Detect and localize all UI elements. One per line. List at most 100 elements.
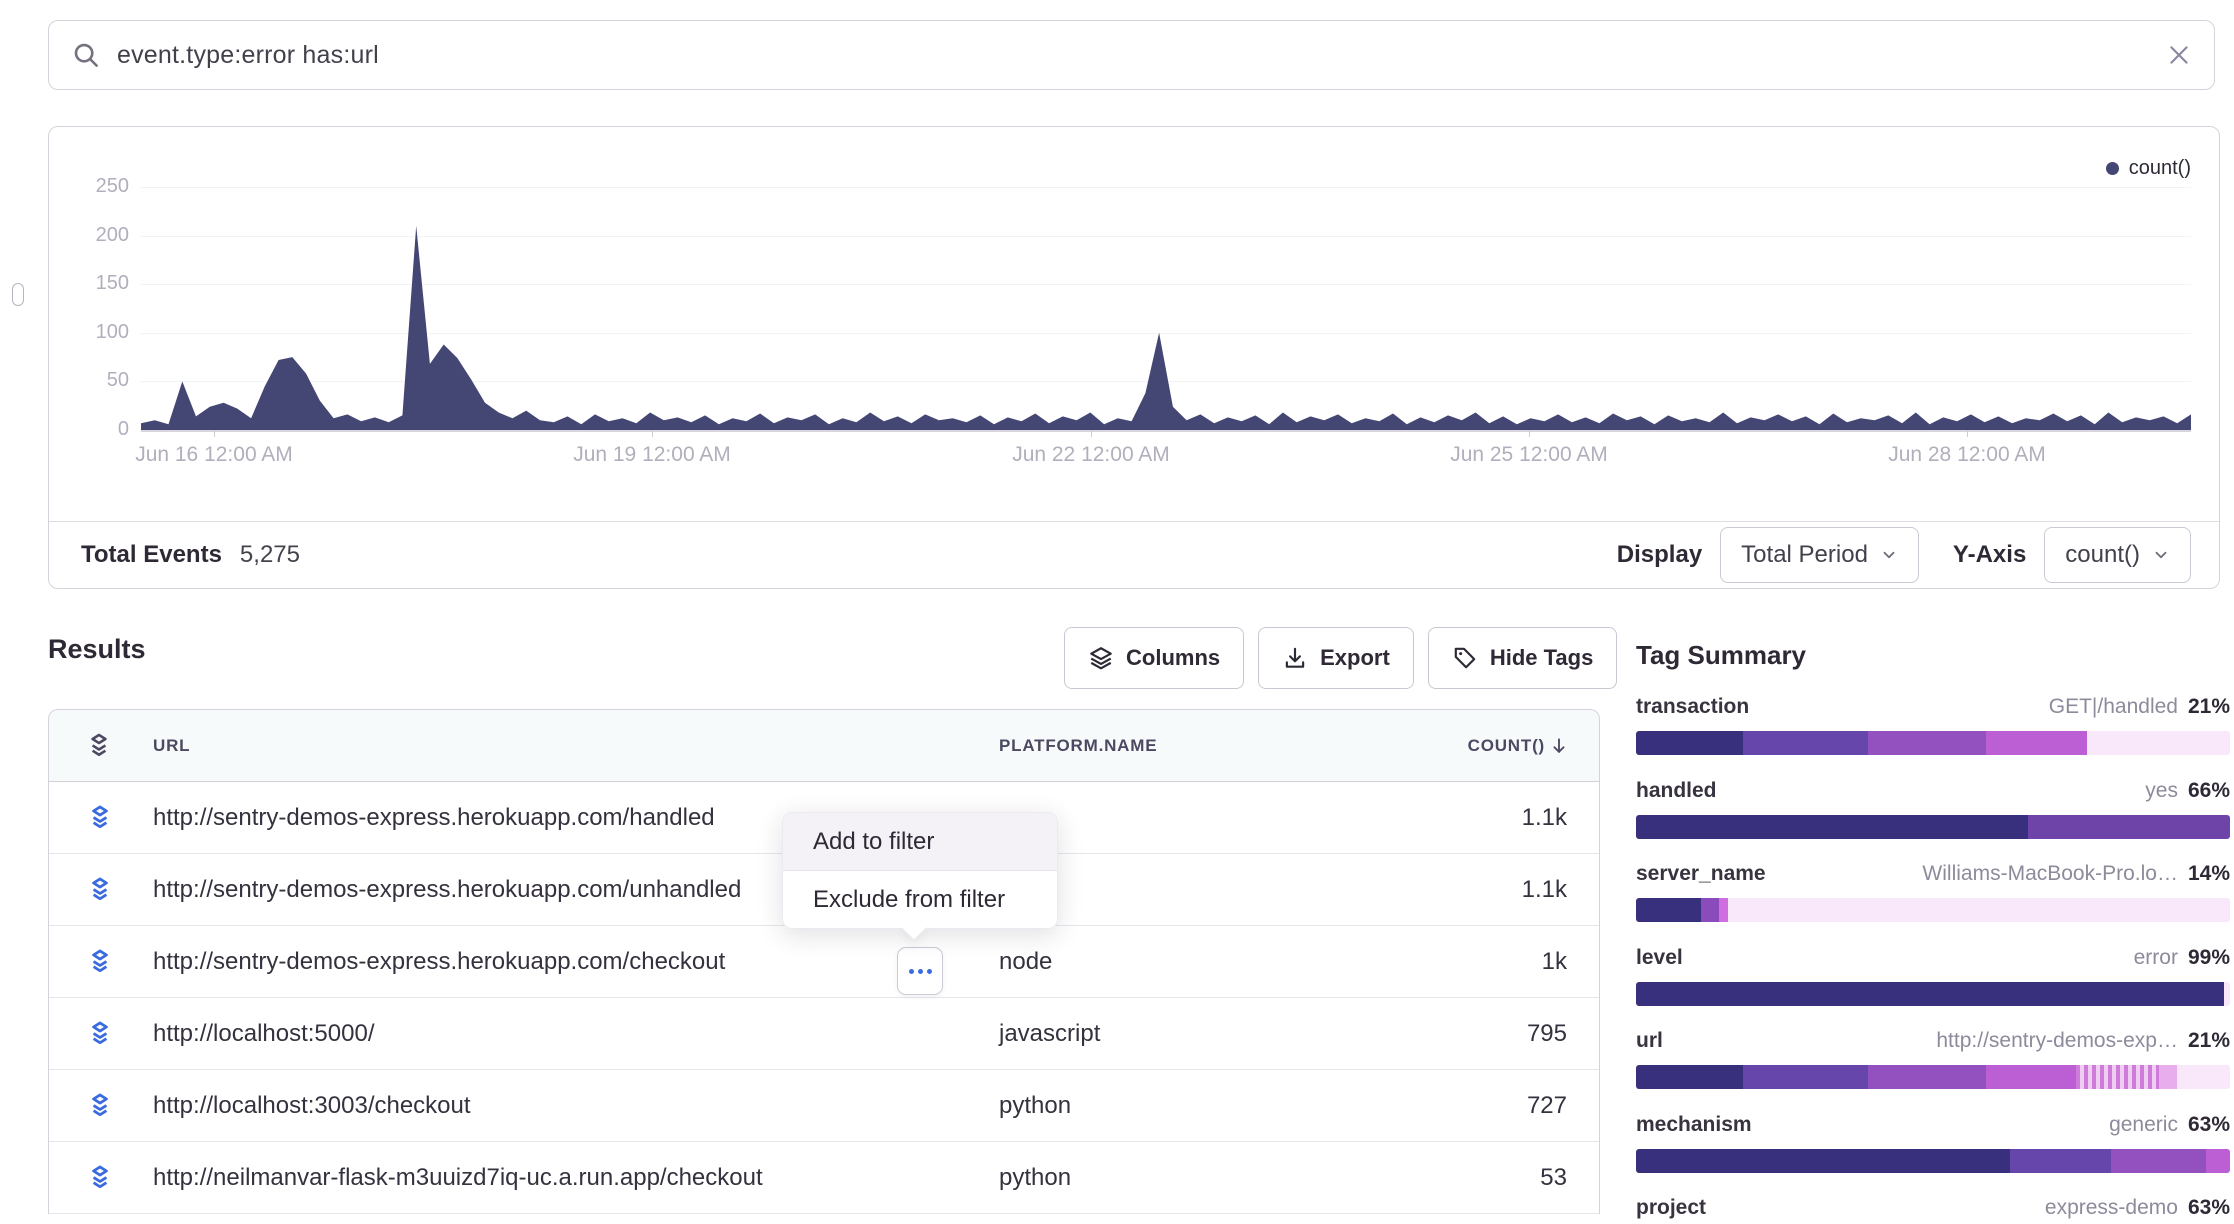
- column-header-platform[interactable]: PLATFORM.NAME: [999, 736, 1157, 756]
- tag-bar-segment[interactable]: [1636, 1065, 1743, 1089]
- tag-distribution-bar[interactable]: [1636, 731, 2230, 755]
- yaxis-dropdown[interactable]: count(): [2044, 527, 2191, 583]
- tag-bar-segment[interactable]: [1719, 898, 1728, 922]
- chart-legend[interactable]: count(): [2106, 157, 2191, 180]
- tag-distribution-bar[interactable]: [1636, 898, 2230, 922]
- tag-distribution-bar[interactable]: [1636, 982, 2230, 1006]
- sidebar-collapse-handle[interactable]: [12, 283, 24, 306]
- tag-bar-segment[interactable]: [1986, 1065, 2075, 1089]
- tag-top-percent: 63%: [2188, 1196, 2230, 1220]
- tag-bar-segment[interactable]: [1701, 898, 1719, 922]
- column-header-count-label: COUNT(): [1468, 736, 1545, 756]
- tag-distribution-bar[interactable]: [1636, 1065, 2230, 1089]
- tag-bar-segment[interactable]: [1636, 815, 2028, 839]
- cell-platform[interactable]: python: [999, 1164, 1071, 1192]
- tag-top-percent: 99%: [2188, 946, 2230, 970]
- results-table: URL PLATFORM.NAME COUNT() http://sentry-…: [48, 709, 1600, 1214]
- cell-url[interactable]: http://sentry-demos-express.herokuapp.co…: [153, 876, 741, 904]
- table-row: http://localhost:5000/ javascript 795: [49, 998, 1599, 1070]
- cell-url[interactable]: http://neilmanvar-flask-m3uuizd7iq-uc.a.…: [153, 1164, 763, 1192]
- tag-bar-segment[interactable]: [2010, 1149, 2111, 1173]
- legend-dot: [2106, 162, 2119, 175]
- tag-bar-segment[interactable]: [1868, 731, 1987, 755]
- tag-bar-segment[interactable]: [1636, 982, 2224, 1006]
- cell-url[interactable]: http://sentry-demos-express.herokuapp.co…: [153, 948, 725, 976]
- tag-top-value: Williams-MacBook-Pro.lo…: [1922, 862, 2178, 886]
- yaxis-label: Y-Axis: [1953, 541, 2026, 569]
- tag-name: project: [1636, 1196, 1706, 1220]
- column-header-count[interactable]: COUNT(): [1468, 736, 1569, 756]
- tag-bar-segment[interactable]: [2076, 1065, 2159, 1089]
- chevron-down-icon: [1880, 546, 1898, 564]
- tag-bar-segment[interactable]: [2206, 1149, 2230, 1173]
- tag-distribution-bar[interactable]: [1636, 1149, 2230, 1173]
- cell-count[interactable]: 1.1k: [1522, 804, 1567, 832]
- cell-url[interactable]: http://sentry-demos-express.herokuapp.co…: [153, 804, 715, 832]
- stack-events-icon[interactable]: [85, 876, 115, 904]
- tag-bar-segment[interactable]: [1868, 1065, 1987, 1089]
- tag-bar-segment[interactable]: [1743, 731, 1868, 755]
- menu-item-add-to-filter[interactable]: Add to filter: [783, 813, 1057, 870]
- search-bar[interactable]: event.type:error has:url: [48, 20, 2215, 90]
- tag-bar-segment[interactable]: [1636, 731, 1743, 755]
- cell-actions-button[interactable]: [897, 947, 943, 995]
- tag-bar-segment[interactable]: [2224, 982, 2230, 1006]
- chevron-down-icon: [2152, 546, 2170, 564]
- tag-distribution-bar[interactable]: [1636, 815, 2230, 839]
- export-button[interactable]: Export: [1258, 627, 1414, 689]
- cell-url[interactable]: http://localhost:5000/: [153, 1020, 374, 1048]
- stack-events-icon[interactable]: [85, 1164, 115, 1192]
- cell-count[interactable]: 53: [1540, 1164, 1567, 1192]
- results-toolbar: Columns Export Hide Tags: [1064, 627, 1617, 689]
- x-axis-tick: [1529, 430, 1530, 437]
- cell-count[interactable]: 727: [1527, 1092, 1567, 1120]
- stack-events-icon[interactable]: [85, 1092, 115, 1120]
- hide-tags-button[interactable]: Hide Tags: [1428, 627, 1618, 689]
- cell-count[interactable]: 795: [1527, 1020, 1567, 1048]
- table-row: http://neilmanvar-flask-m3uuizd7iq-uc.a.…: [49, 1142, 1599, 1214]
- tag-bar-segment[interactable]: [1636, 898, 1701, 922]
- stack-events-icon[interactable]: [85, 948, 115, 976]
- table-row: http://localhost:3003/checkout python 72…: [49, 1070, 1599, 1142]
- legend-label: count(): [2129, 157, 2191, 180]
- stack-events-icon[interactable]: [85, 804, 115, 832]
- cell-platform[interactable]: javascript: [999, 1020, 1100, 1048]
- results-table-header: URL PLATFORM.NAME COUNT(): [49, 710, 1599, 782]
- layers-icon: [85, 732, 113, 760]
- table-row: http://sentry-demos-express.herokuapp.co…: [49, 926, 1599, 998]
- search-input[interactable]: event.type:error has:url: [117, 41, 2166, 70]
- x-axis-tick: [214, 430, 215, 437]
- menu-item-exclude-from-filter[interactable]: Exclude from filter: [783, 871, 1057, 928]
- search-clear-button[interactable]: [2166, 42, 2192, 68]
- total-events-label: Total Events: [81, 541, 222, 569]
- tag-top-value: express-demo: [2045, 1196, 2178, 1220]
- display-dropdown[interactable]: Total Period: [1720, 527, 1919, 583]
- tag-summary-row: level error 99%: [1636, 946, 2230, 970]
- layers-icon: [1088, 645, 1114, 671]
- tag-top-value: generic: [2109, 1113, 2178, 1137]
- stack-events-icon[interactable]: [85, 1020, 115, 1048]
- discover-page: event.type:error has:url count() 2502001…: [0, 0, 2234, 1224]
- tag-bar-segment[interactable]: [1986, 731, 2087, 755]
- cell-count[interactable]: 1k: [1542, 948, 1567, 976]
- tag-summary-row: url http://sentry-demos-exp… 21%: [1636, 1029, 2230, 1053]
- tag-bar-segment[interactable]: [2087, 731, 2230, 755]
- hide-tags-button-label: Hide Tags: [1490, 645, 1594, 671]
- tag-bar-segment[interactable]: [1743, 1065, 1868, 1089]
- cell-count[interactable]: 1.1k: [1522, 876, 1567, 904]
- tag-summary-row: handled yes 66%: [1636, 779, 2230, 803]
- tag-bar-segment[interactable]: [1728, 898, 2230, 922]
- cell-url[interactable]: http://localhost:3003/checkout: [153, 1092, 471, 1120]
- tag-bar-segment[interactable]: [2177, 1065, 2230, 1089]
- tag-bar-segment[interactable]: [2111, 1149, 2206, 1173]
- tag-bar-segment[interactable]: [2159, 1065, 2177, 1089]
- tag-name: level: [1636, 946, 1683, 970]
- tag-top-percent: 21%: [2188, 695, 2230, 719]
- tag-bar-segment[interactable]: [2028, 815, 2230, 839]
- columns-button[interactable]: Columns: [1064, 627, 1244, 689]
- cell-platform[interactable]: python: [999, 1092, 1071, 1120]
- tag-bar-segment[interactable]: [1636, 1149, 2010, 1173]
- cell-platform[interactable]: node: [999, 948, 1052, 976]
- y-axis-tick-label: 150: [49, 272, 129, 295]
- column-header-url[interactable]: URL: [153, 736, 190, 756]
